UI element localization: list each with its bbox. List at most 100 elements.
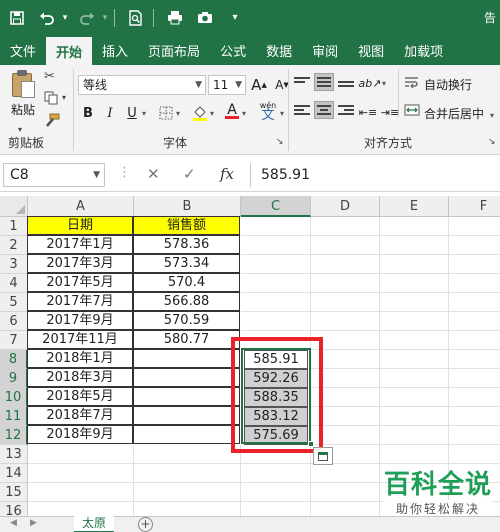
cell-b2[interactable]: 578.36 bbox=[133, 235, 240, 254]
cell-f1[interactable] bbox=[449, 217, 500, 236]
align-center-button[interactable] bbox=[314, 101, 334, 119]
cell-a13[interactable] bbox=[28, 445, 134, 464]
sheet-tab-taiyuan[interactable]: 太原 bbox=[74, 516, 115, 532]
cell-e13[interactable] bbox=[380, 445, 449, 464]
cell-b14[interactable] bbox=[134, 464, 241, 483]
cell-b10[interactable] bbox=[133, 387, 240, 406]
undo-dropdown-icon[interactable]: ▾ bbox=[60, 5, 70, 31]
row-header-14[interactable]: 14 bbox=[0, 464, 28, 483]
cell-f13[interactable] bbox=[449, 445, 500, 464]
cell-d16[interactable] bbox=[311, 502, 380, 516]
tab-home[interactable]: 开始 bbox=[46, 37, 93, 65]
cell-d1[interactable] bbox=[311, 217, 380, 236]
font-color-dropdown-icon[interactable]: ▾ bbox=[242, 109, 246, 118]
save-icon[interactable] bbox=[4, 5, 30, 31]
wrap-text-button[interactable]: 自动换行 bbox=[424, 76, 472, 93]
row-header-15[interactable]: 15 bbox=[0, 483, 28, 502]
bold-button[interactable]: B bbox=[78, 103, 98, 123]
column-header-b[interactable]: B bbox=[134, 196, 241, 217]
cell-c4[interactable] bbox=[241, 274, 311, 293]
formula-input[interactable]: 585.91 bbox=[250, 163, 500, 187]
cell-f12[interactable] bbox=[449, 426, 500, 445]
cell-b4[interactable]: 570.4 bbox=[133, 273, 240, 292]
tab-file[interactable]: 文件 bbox=[0, 35, 46, 65]
insert-function-icon[interactable]: fx bbox=[220, 165, 234, 183]
cell-b6[interactable]: 570.59 bbox=[133, 311, 240, 330]
add-sheet-icon[interactable]: + bbox=[138, 517, 153, 532]
fill-color-dropdown-icon[interactable]: ▾ bbox=[210, 109, 214, 118]
tab-page-layout[interactable]: 页面布局 bbox=[138, 35, 210, 65]
tab-review[interactable]: 审阅 bbox=[302, 35, 348, 65]
cell-e12[interactable] bbox=[380, 426, 449, 445]
cell-b1[interactable]: 销售额 bbox=[133, 216, 240, 235]
cell-d6[interactable] bbox=[311, 312, 380, 331]
merge-center-dropdown-icon[interactable]: ▾ bbox=[490, 111, 494, 120]
enter-icon[interactable]: ✓ bbox=[183, 165, 196, 183]
copy-dropdown-icon[interactable]: ▾ bbox=[62, 93, 66, 102]
cell-c2[interactable] bbox=[241, 236, 311, 255]
tab-data[interactable]: 数据 bbox=[256, 35, 302, 65]
cell-e3[interactable] bbox=[380, 255, 449, 274]
cell-e8[interactable] bbox=[380, 350, 449, 369]
cell-a2[interactable]: 2017年1月 bbox=[27, 235, 133, 254]
increase-font-size-button[interactable]: A ▲ bbox=[249, 75, 269, 95]
align-middle-button[interactable] bbox=[314, 73, 334, 91]
cell-e9[interactable] bbox=[380, 369, 449, 388]
cell-d15[interactable] bbox=[311, 483, 380, 502]
cell-d14[interactable] bbox=[311, 464, 380, 483]
underline-button[interactable]: U bbox=[122, 103, 142, 123]
printer-icon[interactable] bbox=[162, 5, 188, 31]
cell-c1[interactable] bbox=[241, 217, 311, 236]
wrap-text-icon[interactable] bbox=[404, 75, 420, 93]
select-all-button[interactable] bbox=[0, 196, 28, 217]
cell-d4[interactable] bbox=[311, 274, 380, 293]
cut-icon[interactable]: ✂ bbox=[44, 69, 55, 84]
cell-a4[interactable]: 2017年5月 bbox=[27, 273, 133, 292]
row-header-3[interactable]: 3 bbox=[0, 255, 28, 274]
cell-a14[interactable] bbox=[28, 464, 134, 483]
tab-view[interactable]: 视图 bbox=[348, 35, 394, 65]
redo-icon[interactable] bbox=[74, 5, 100, 31]
cell-c3[interactable] bbox=[241, 255, 311, 274]
sheet-prev-icon[interactable]: ◀ bbox=[10, 518, 17, 528]
cell-f2[interactable] bbox=[449, 236, 500, 255]
italic-button[interactable]: I bbox=[100, 103, 120, 123]
undo-icon[interactable] bbox=[34, 5, 60, 31]
format-painter-icon[interactable] bbox=[44, 113, 60, 131]
customize-toolbar-icon[interactable]: ▾ bbox=[222, 5, 248, 31]
tab-formulas[interactable]: 公式 bbox=[210, 35, 256, 65]
cell-c15[interactable] bbox=[241, 483, 311, 502]
column-header-e[interactable]: E bbox=[380, 196, 449, 217]
phonetic-dropdown-icon[interactable]: ▾ bbox=[280, 109, 284, 118]
column-header-d[interactable]: D bbox=[311, 196, 380, 217]
cell-e4[interactable] bbox=[380, 274, 449, 293]
align-bottom-button[interactable] bbox=[336, 73, 356, 91]
cell-d2[interactable] bbox=[311, 236, 380, 255]
cell-b8[interactable] bbox=[133, 349, 240, 368]
cell-a9[interactable]: 2018年3月 bbox=[27, 368, 133, 387]
cell-b15[interactable] bbox=[134, 483, 241, 502]
cell-a8[interactable]: 2018年1月 bbox=[27, 349, 133, 368]
cell-a3[interactable]: 2017年3月 bbox=[27, 254, 133, 273]
redo-dropdown-icon[interactable]: ▾ bbox=[100, 5, 110, 31]
font-dialog-launcher-icon[interactable]: ↘ bbox=[276, 137, 284, 147]
row-header-1[interactable]: 1 bbox=[0, 217, 28, 236]
align-left-button[interactable] bbox=[292, 101, 312, 119]
cell-e7[interactable] bbox=[380, 331, 449, 350]
merge-center-icon[interactable] bbox=[404, 103, 420, 121]
merge-center-button[interactable]: 合并后居中 bbox=[424, 105, 484, 122]
row-header-7[interactable]: 7 bbox=[0, 331, 28, 350]
column-header-a[interactable]: A bbox=[28, 196, 134, 217]
cell-a5[interactable]: 2017年7月 bbox=[27, 292, 133, 311]
underline-dropdown-icon[interactable]: ▾ bbox=[142, 109, 146, 118]
cell-f7[interactable] bbox=[449, 331, 500, 350]
cell-e1[interactable] bbox=[380, 217, 449, 236]
column-header-c[interactable]: C bbox=[241, 196, 311, 217]
row-header-4[interactable]: 4 bbox=[0, 274, 28, 293]
cell-f8[interactable] bbox=[449, 350, 500, 369]
cell-f3[interactable] bbox=[449, 255, 500, 274]
row-header-12[interactable]: 12 bbox=[0, 426, 28, 445]
cell-c16[interactable] bbox=[241, 502, 311, 516]
cell-b16[interactable] bbox=[134, 502, 241, 516]
cell-b11[interactable] bbox=[133, 406, 240, 425]
